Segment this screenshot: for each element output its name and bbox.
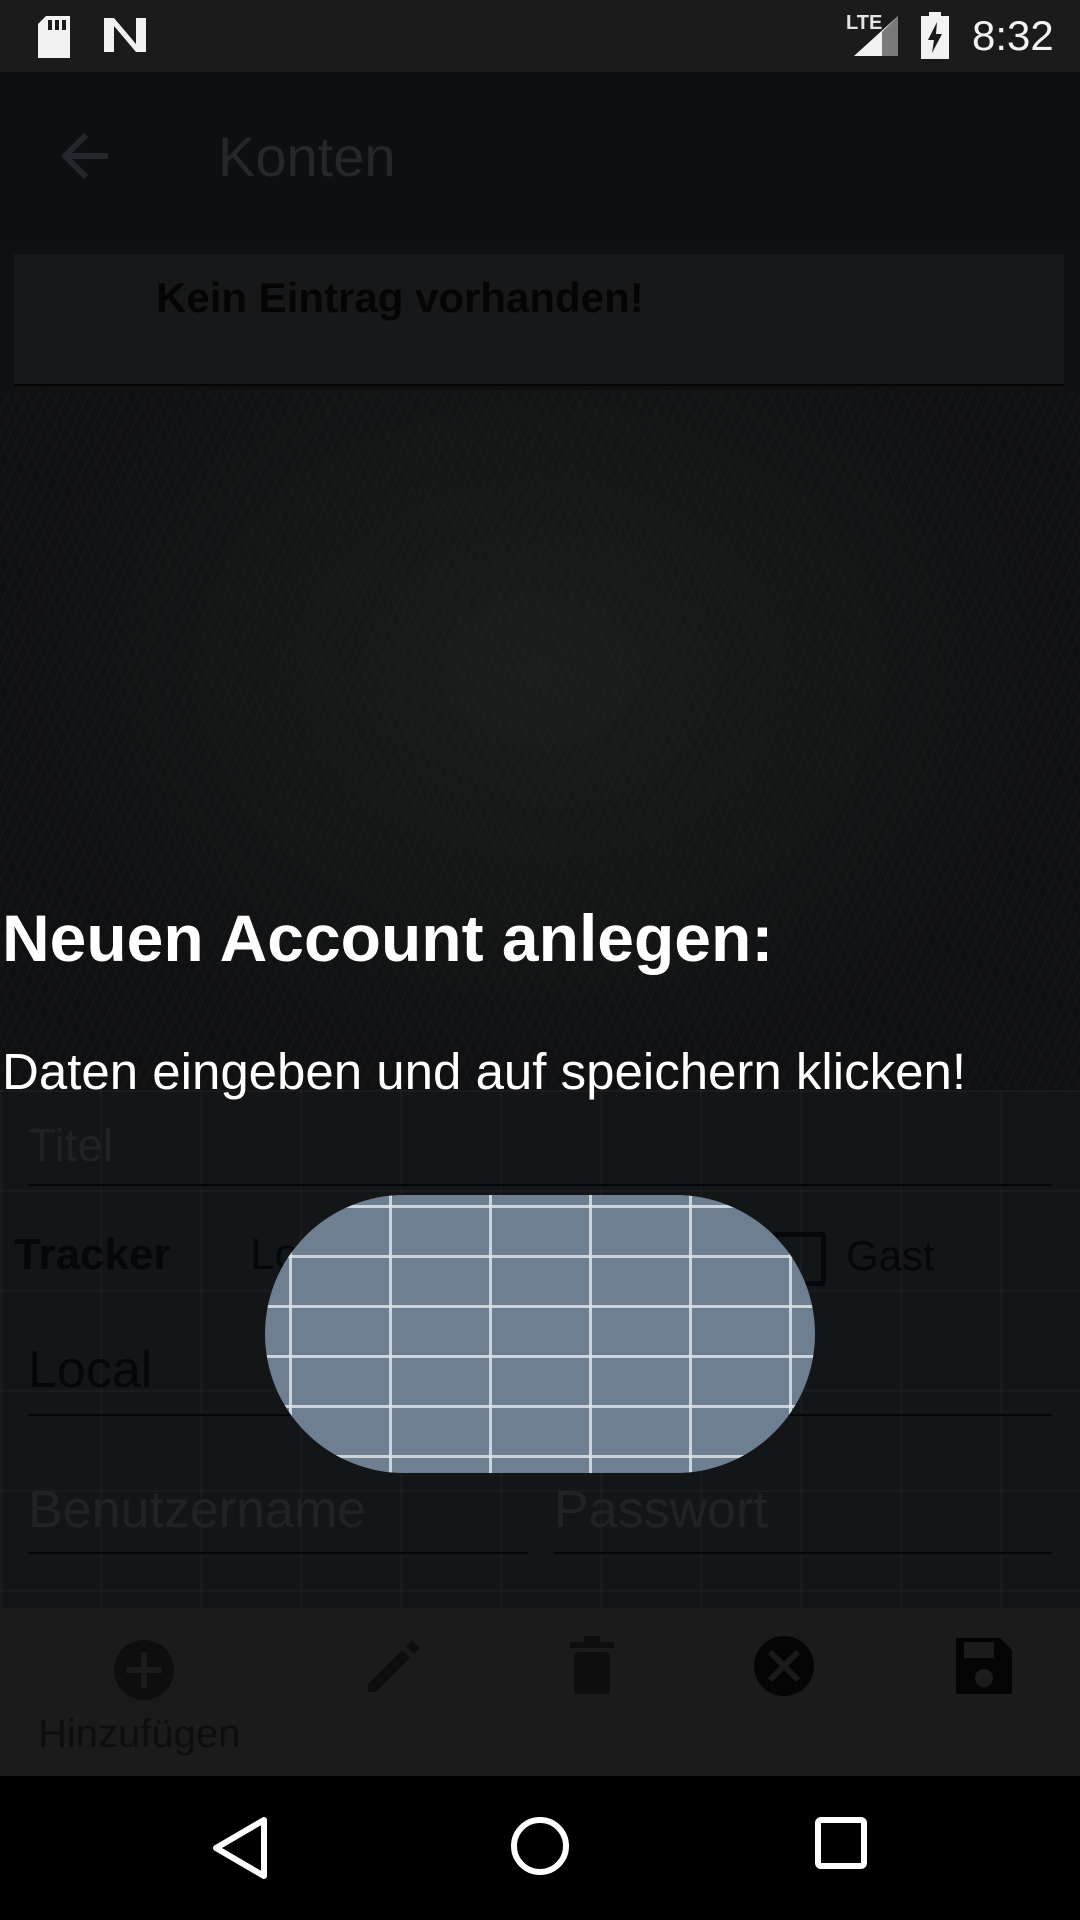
- status-bar: LTE 8:32: [0, 0, 1080, 72]
- add-circle-icon[interactable]: [112, 1638, 176, 1707]
- screen: LTE 8:32 Konten Kein Eintrag vorhanden! …: [0, 0, 1080, 1920]
- save-icon[interactable]: [952, 1634, 1016, 1703]
- bottom-toolbar: Hinzufügen: [0, 1608, 1080, 1776]
- sd-card-icon: [36, 16, 72, 63]
- dialog-message: Daten eingeben und auf speichern klicken…: [2, 1043, 966, 1100]
- title-field[interactable]: Titel: [28, 1118, 113, 1172]
- page-title: Konten: [218, 125, 396, 188]
- delete-icon[interactable]: [560, 1634, 624, 1703]
- list-item: Kein Eintrag vorhanden!: [14, 254, 1064, 386]
- tracker-label: Tracker: [14, 1230, 171, 1279]
- empty-list-message: Kein Eintrag vorhanden!: [156, 274, 644, 321]
- password-field-underline: [554, 1552, 1052, 1554]
- recents-square-icon[interactable]: [814, 1816, 868, 1875]
- app-bar: Konten: [0, 72, 1080, 242]
- cancel-icon[interactable]: [752, 1634, 816, 1703]
- url-field[interactable]: Local: [28, 1340, 152, 1400]
- back-triangle-icon[interactable]: [212, 1816, 268, 1885]
- navigation-bar: [0, 1776, 1080, 1920]
- battery-charging-icon: [920, 12, 950, 65]
- password-field[interactable]: Passwort: [554, 1480, 768, 1540]
- home-circle-icon[interactable]: [510, 1816, 570, 1881]
- clock: 8:32: [972, 12, 1054, 59]
- touch-highlight-overlay: [265, 1195, 815, 1473]
- edit-icon[interactable]: [360, 1634, 424, 1703]
- arrow-back-icon[interactable]: [58, 128, 114, 189]
- signal-icon: [852, 14, 900, 63]
- guest-label: Gast: [846, 1232, 935, 1279]
- n-logo-icon: [102, 14, 148, 61]
- title-field-underline: [28, 1184, 1052, 1186]
- username-field-underline: [28, 1552, 528, 1554]
- username-field[interactable]: Benutzername: [28, 1480, 366, 1540]
- dialog-title: Neuen Account anlegen:: [2, 901, 774, 975]
- add-button-label[interactable]: Hinzufügen: [38, 1712, 240, 1757]
- background-texture: [0, 390, 1080, 1090]
